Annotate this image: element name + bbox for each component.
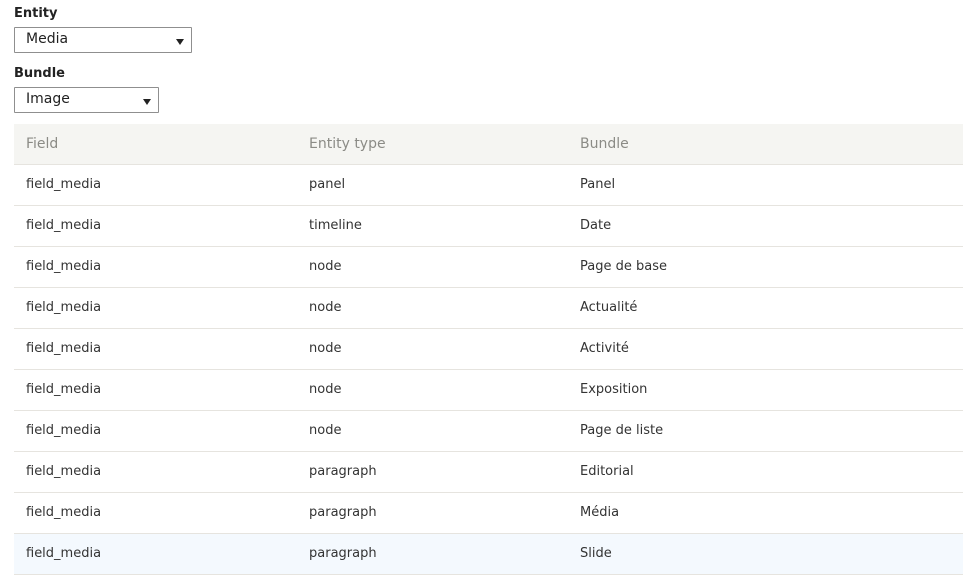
cell-entity-type: timeline xyxy=(297,205,568,247)
table-row: field_media node Actualité xyxy=(14,287,963,329)
cell-field: field_media xyxy=(14,328,297,370)
table-row: field_media node Exposition xyxy=(14,369,963,411)
table-row: field_media node Page de liste xyxy=(14,410,963,452)
cell-field: field_media xyxy=(14,451,297,493)
table-row: field_media paragraph Slide xyxy=(14,533,963,575)
table-header-row: Field Entity type Bundle xyxy=(14,124,963,165)
chevron-down-icon xyxy=(176,39,184,45)
table-row: field_media timeline Date xyxy=(14,205,963,247)
cell-entity-type: paragraph xyxy=(297,451,568,493)
chevron-down-icon xyxy=(143,99,151,105)
cell-field: field_media xyxy=(14,492,297,534)
cell-field: field_media xyxy=(14,287,297,329)
cell-entity-type: node xyxy=(297,328,568,370)
cell-bundle: Média xyxy=(568,492,963,534)
cell-entity-type: paragraph xyxy=(297,492,568,534)
cell-field: field_media xyxy=(14,205,297,247)
cell-field: field_media xyxy=(14,369,297,411)
table-row: field_media node Activité xyxy=(14,328,963,370)
column-header-bundle[interactable]: Bundle xyxy=(568,124,963,165)
entity-select-value: Media xyxy=(26,31,69,47)
column-header-field[interactable]: Field xyxy=(14,124,297,165)
table-row: field_media panel Panel xyxy=(14,164,963,206)
table-row: field_media paragraph Editorial xyxy=(14,451,963,493)
bundle-label: Bundle xyxy=(14,66,65,81)
table-row: field_media paragraph Média xyxy=(14,492,963,534)
cell-bundle: Page de liste xyxy=(568,410,963,452)
cell-entity-type: node xyxy=(297,369,568,411)
field-usage-table: Field Entity type Bundle field_media pan… xyxy=(14,124,963,575)
cell-bundle: Exposition xyxy=(568,369,963,411)
cell-entity-type: node xyxy=(297,246,568,288)
entity-label: Entity xyxy=(14,6,58,21)
cell-bundle: Slide xyxy=(568,533,963,575)
cell-field: field_media xyxy=(14,164,297,206)
bundle-select[interactable]: Image xyxy=(14,87,159,113)
cell-field: field_media xyxy=(14,246,297,288)
cell-bundle: Page de base xyxy=(568,246,963,288)
cell-bundle: Activité xyxy=(568,328,963,370)
cell-bundle: Panel xyxy=(568,164,963,206)
cell-entity-type: paragraph xyxy=(297,533,568,575)
cell-bundle: Actualité xyxy=(568,287,963,329)
cell-field: field_media xyxy=(14,410,297,452)
cell-bundle: Editorial xyxy=(568,451,963,493)
cell-entity-type: panel xyxy=(297,164,568,206)
entity-select[interactable]: Media xyxy=(14,27,192,53)
cell-bundle: Date xyxy=(568,205,963,247)
table-row: field_media node Page de base xyxy=(14,246,963,288)
bundle-select-value: Image xyxy=(26,91,70,107)
column-header-entity-type[interactable]: Entity type xyxy=(297,124,568,165)
cell-entity-type: node xyxy=(297,410,568,452)
cell-entity-type: node xyxy=(297,287,568,329)
cell-field: field_media xyxy=(14,533,297,575)
